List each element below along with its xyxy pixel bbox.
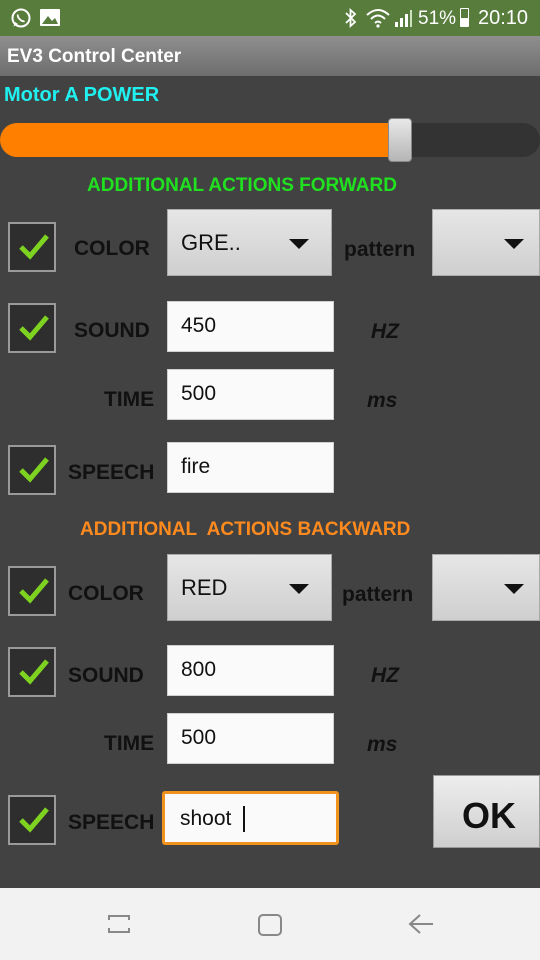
backward-sound-value: 800 — [181, 658, 217, 681]
backward-time-input[interactable]: 500 — [167, 713, 334, 764]
backward-section-title: ADDITIONAL ACTIONS BACKWARD — [80, 519, 411, 540]
forward-color-dropdown[interactable]: GRE.. — [167, 209, 332, 276]
forward-pattern-label: pattern — [344, 238, 416, 261]
chevron-down-icon — [504, 239, 524, 249]
forward-sound-input[interactable]: 450 — [167, 301, 334, 352]
check-icon — [19, 315, 49, 341]
backward-pattern-dropdown[interactable] — [432, 554, 540, 621]
forward-time-input[interactable]: 500 — [167, 369, 334, 420]
app-title: EV3 Control Center — [7, 46, 182, 67]
backward-speech-value: shoot — [180, 807, 232, 830]
forward-color-label: COLOR — [74, 237, 150, 260]
whatsapp-icon — [11, 8, 31, 28]
ok-button[interactable]: OK — [433, 775, 540, 848]
clock: 20:10 — [478, 7, 529, 29]
backward-sound-unit: HZ — [371, 664, 399, 687]
check-icon — [19, 659, 49, 685]
forward-time-value: 500 — [181, 382, 217, 405]
motor-power-slider-fill[interactable] — [0, 123, 400, 157]
image-icon — [40, 9, 60, 26]
chevron-down-icon — [504, 584, 524, 594]
backward-sound-input[interactable]: 800 — [167, 645, 334, 696]
motor-power-slider-thumb[interactable] — [388, 118, 412, 162]
chevron-down-icon — [289, 239, 309, 249]
forward-sound-value: 450 — [181, 314, 217, 337]
app-bar: EV3 Control Center — [0, 36, 540, 76]
backward-time-label: TIME — [104, 732, 155, 755]
backward-speech-input[interactable]: shoot — [162, 791, 339, 845]
forward-speech-input[interactable]: fire — [167, 442, 334, 493]
motor-power-label: Motor A POWER — [4, 84, 160, 106]
forward-sound-unit: HZ — [371, 320, 399, 343]
backward-color-label: COLOR — [68, 582, 144, 605]
home-icon[interactable] — [256, 912, 284, 938]
backward-color-value: RED — [181, 575, 228, 600]
navigation-bar — [0, 888, 540, 960]
backward-color-checkbox[interactable] — [8, 566, 56, 616]
forward-time-label: TIME — [104, 388, 155, 411]
signal-icon — [395, 10, 412, 27]
backward-time-unit: ms — [367, 733, 398, 756]
forward-color-value: GRE.. — [181, 230, 241, 255]
check-icon — [19, 457, 49, 483]
back-icon[interactable] — [406, 912, 436, 936]
forward-speech-label: SPEECH — [68, 461, 155, 484]
backward-pattern-label: pattern — [342, 583, 414, 606]
forward-speech-checkbox[interactable] — [8, 445, 56, 495]
forward-section-title: ADDITIONAL ACTIONS FORWARD — [87, 175, 397, 196]
forward-sound-checkbox[interactable] — [8, 303, 56, 353]
backward-color-dropdown[interactable]: RED — [167, 554, 332, 621]
backward-sound-checkbox[interactable] — [8, 647, 56, 697]
check-icon — [19, 807, 49, 833]
battery-icon — [460, 8, 469, 27]
backward-speech-checkbox[interactable] — [8, 795, 56, 845]
check-icon — [19, 578, 49, 604]
forward-pattern-dropdown[interactable] — [432, 209, 540, 276]
text-cursor — [243, 806, 245, 832]
backward-time-value: 500 — [181, 726, 217, 749]
forward-color-checkbox[interactable] — [8, 222, 56, 272]
status-bar: 51% 20:10 — [0, 0, 540, 36]
check-icon — [19, 234, 49, 260]
forward-time-unit: ms — [367, 389, 398, 412]
forward-speech-value: fire — [181, 455, 211, 478]
recents-icon[interactable] — [105, 912, 133, 936]
bluetooth-icon — [345, 8, 357, 28]
ok-button-label: OK — [462, 795, 516, 836]
motor-power-slider-track[interactable] — [400, 123, 540, 157]
battery-percent: 51% — [418, 8, 457, 29]
chevron-down-icon — [289, 584, 309, 594]
backward-sound-label: SOUND — [68, 664, 144, 687]
wifi-icon — [366, 9, 390, 28]
backward-speech-label: SPEECH — [68, 811, 155, 834]
forward-sound-label: SOUND — [74, 319, 150, 342]
